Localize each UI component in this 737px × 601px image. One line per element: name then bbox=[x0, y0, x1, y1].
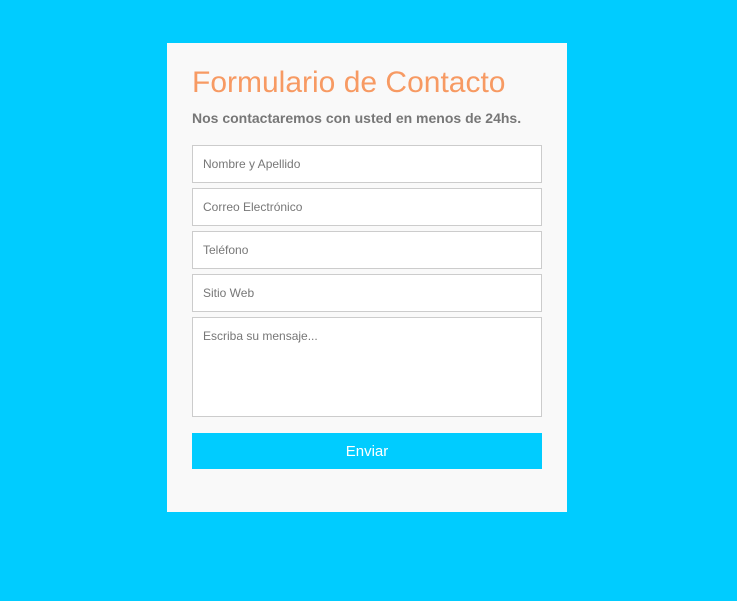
form-title: Formulario de Contacto bbox=[192, 66, 506, 99]
email-input[interactable] bbox=[192, 188, 542, 226]
phone-input[interactable] bbox=[192, 231, 542, 269]
submit-button[interactable]: Enviar bbox=[192, 433, 542, 469]
form-subtitle: Nos contactaremos con usted en menos de … bbox=[192, 110, 522, 126]
message-textarea[interactable] bbox=[192, 317, 542, 417]
contact-form-card: Formulario de Contacto Nos contactaremos… bbox=[167, 43, 567, 512]
website-input[interactable] bbox=[192, 274, 542, 312]
name-input[interactable] bbox=[192, 145, 542, 183]
contact-form: Enviar bbox=[192, 145, 542, 469]
